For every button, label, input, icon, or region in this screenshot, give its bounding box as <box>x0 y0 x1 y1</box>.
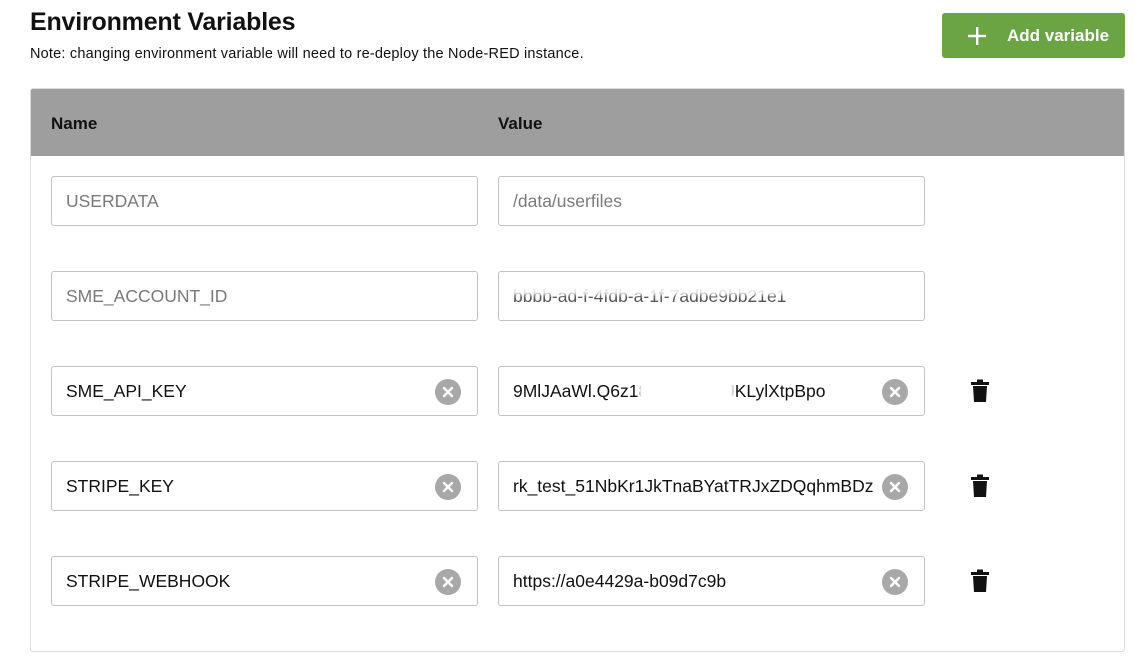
value-input[interactable] <box>499 557 924 605</box>
value-input[interactable] <box>499 462 924 510</box>
value-field[interactable] <box>498 461 925 511</box>
name-input[interactable] <box>52 367 477 415</box>
name-field[interactable] <box>51 366 478 416</box>
column-header-value: Value <box>498 114 543 133</box>
add-variable-button[interactable]: Add variable <box>942 13 1125 58</box>
value-field[interactable] <box>498 271 925 321</box>
clear-name-button[interactable] <box>435 474 461 500</box>
page-note: Note: changing environment variable will… <box>30 46 584 62</box>
value-field[interactable] <box>498 556 925 606</box>
clear-circle-icon <box>442 481 454 493</box>
delete-row-button[interactable] <box>968 473 992 499</box>
plus-icon <box>966 25 988 47</box>
name-input[interactable] <box>52 462 477 510</box>
value-field[interactable] <box>498 176 925 226</box>
name-input[interactable] <box>52 177 477 225</box>
clear-circle-icon <box>889 481 901 493</box>
trash-icon <box>971 569 989 592</box>
clear-value-button[interactable] <box>882 379 908 405</box>
delete-row-button[interactable] <box>968 378 992 404</box>
clear-circle-icon <box>889 386 901 398</box>
name-input[interactable] <box>52 557 477 605</box>
table-row <box>31 271 1124 321</box>
name-field[interactable] <box>51 271 478 321</box>
page-title: Environment Variables <box>30 8 296 36</box>
clear-value-button[interactable] <box>882 569 908 595</box>
name-input[interactable] <box>52 272 477 320</box>
name-field[interactable] <box>51 176 478 226</box>
clear-value-button[interactable] <box>882 474 908 500</box>
table-row <box>31 556 1124 606</box>
env-vars-table: Name Value <box>30 88 1125 652</box>
value-input[interactable] <box>499 177 924 225</box>
clear-name-button[interactable] <box>435 379 461 405</box>
trash-icon <box>971 474 989 497</box>
clear-name-button[interactable] <box>435 569 461 595</box>
table-header: Name Value <box>31 89 1124 156</box>
table-row <box>31 176 1124 226</box>
name-field[interactable] <box>51 556 478 606</box>
column-header-name: Name <box>51 114 98 133</box>
clear-circle-icon <box>442 386 454 398</box>
clear-circle-icon <box>889 576 901 588</box>
delete-row-button[interactable] <box>968 568 992 594</box>
table-row <box>31 461 1124 511</box>
clear-circle-icon <box>442 576 454 588</box>
trash-icon <box>971 379 989 402</box>
add-variable-label: Add variable <box>1007 25 1110 45</box>
value-field[interactable] <box>498 366 925 416</box>
redaction-mask <box>509 280 854 295</box>
name-field[interactable] <box>51 461 478 511</box>
redaction-mask <box>639 377 734 407</box>
table-row <box>31 366 1124 416</box>
